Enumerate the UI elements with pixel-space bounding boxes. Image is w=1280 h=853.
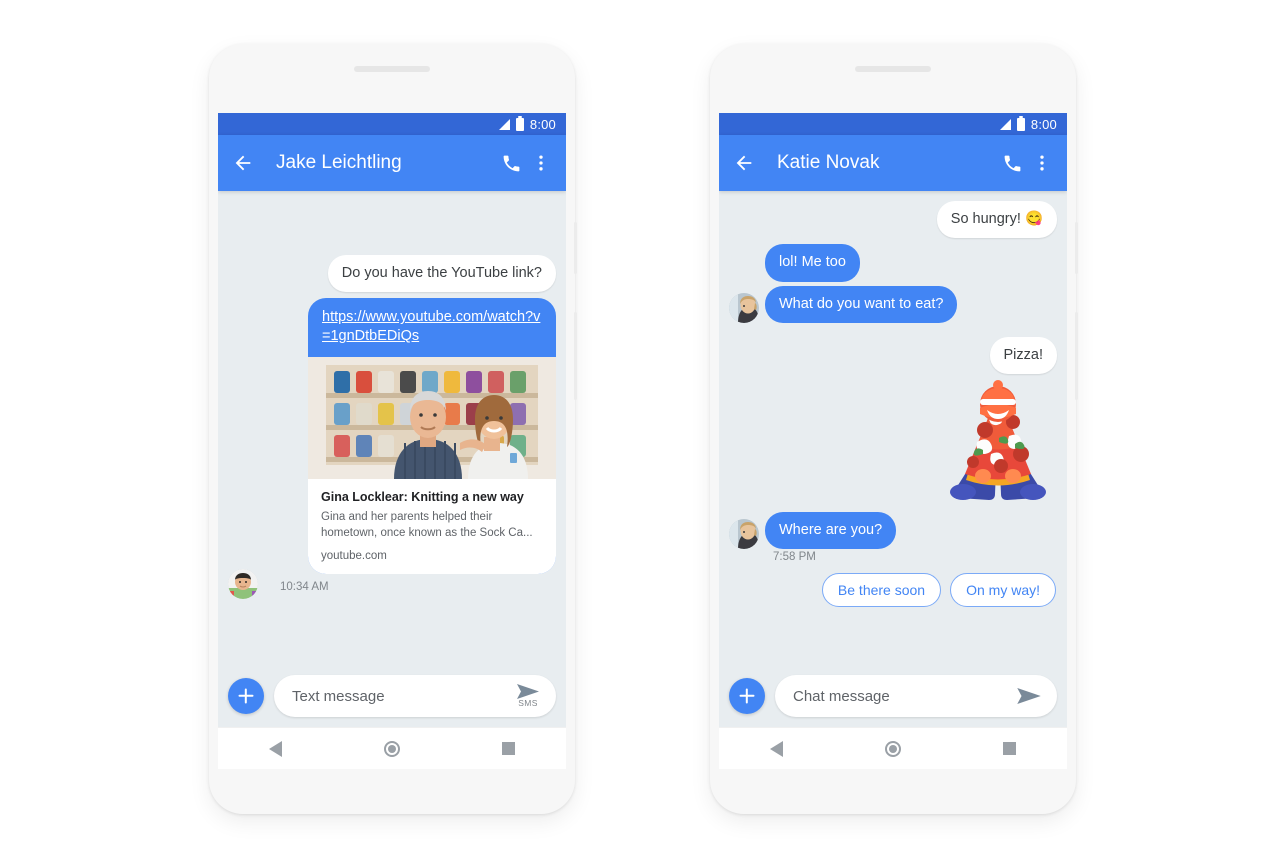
battery-icon [515, 115, 524, 131]
avatar-spacer [729, 252, 759, 282]
message-row: https://www.youtube.com/watch?v=1gnDtbED… [228, 298, 556, 599]
message-row: So hungry! 😋 [729, 201, 1057, 239]
compose-bar-sms: Text message SMS [218, 665, 566, 727]
contact-name-title: Jake Leichtling [276, 152, 402, 173]
message-input-wrapper[interactable]: Chat message [775, 675, 1057, 717]
message-thread-chat[interactable]: So hungry! 😋 lol! Me too What do you wan… [719, 191, 1067, 665]
message-bubble-outgoing[interactable]: So hungry! 😋 [936, 201, 1057, 239]
phone-call-icon[interactable] [498, 150, 524, 176]
link-thumbnail [308, 356, 556, 479]
message-row: Where are you? [729, 512, 1057, 550]
message-bubble-outgoing[interactable]: Do you have the YouTube link? [327, 255, 556, 293]
smart-reply-chip[interactable]: Be there soon [821, 573, 942, 608]
contact-name-title: Katie Novak [777, 152, 880, 173]
link-preview-card[interactable]: https://www.youtube.com/watch?v=1gnDtbED… [308, 298, 556, 574]
app-bar-chat: Katie Novak [719, 135, 1067, 191]
message-row: Pizza! [729, 336, 1057, 375]
nav-back-icon[interactable] [770, 740, 783, 757]
message-input[interactable]: Chat message [793, 688, 1011, 705]
message-row: lol! Me too [729, 244, 1057, 282]
message-bubble-incoming[interactable]: lol! Me too [765, 244, 860, 282]
send-button-label: SMS [518, 698, 538, 708]
message-thread-sms[interactable]: Do you have the YouTube link? https://ww… [218, 191, 566, 665]
phone-screen-chat: 8:00 Katie Novak So hungry! 😋 lol! Me to… [719, 113, 1067, 727]
status-bar: 8:00 [218, 113, 566, 135]
add-attachment-icon[interactable] [228, 678, 264, 714]
avatar [228, 569, 258, 599]
more-vert-icon[interactable] [528, 150, 554, 176]
earpiece-speaker [354, 66, 430, 72]
status-time: 8:00 [529, 116, 556, 132]
link-card-domain: youtube.com [321, 549, 387, 562]
link-card-title: Gina Locklear: Knitting a new way [321, 489, 524, 504]
power-button[interactable] [1075, 222, 1078, 274]
android-nav-bar [218, 727, 566, 769]
screenshot-canvas: 8:00 Jake Leichtling Do you have the You… [0, 0, 1280, 853]
send-button[interactable]: SMS [510, 684, 546, 708]
message-timestamp: 10:34 AM [280, 580, 329, 593]
battery-icon [1016, 115, 1025, 131]
signal-icon [498, 118, 510, 130]
nav-recents-icon[interactable] [502, 742, 515, 755]
message-bubble-outgoing[interactable]: Pizza! [989, 336, 1057, 375]
earpiece-speaker [855, 66, 931, 72]
link-card-description: Gina and her parents helped their hometo… [321, 511, 533, 540]
volume-button[interactable] [1075, 312, 1078, 400]
nav-home-icon[interactable] [885, 740, 901, 757]
send-button[interactable] [1011, 688, 1047, 704]
compose-bar-chat: Chat message [719, 665, 1067, 727]
jake-avatar-image [228, 569, 258, 599]
phone-screen-sms: 8:00 Jake Leichtling Do you have the You… [218, 113, 566, 727]
smart-reply-chip[interactable]: On my way! [950, 573, 1056, 608]
smart-reply-chips: Be there soon On my way! [729, 573, 1057, 608]
phone-device-chat: 8:00 Katie Novak So hungry! 😋 lol! Me to… [710, 44, 1078, 814]
message-bubble-incoming[interactable]: What do you want to eat? [765, 285, 958, 323]
message-input-wrapper[interactable]: Text message SMS [274, 675, 556, 717]
status-bar: 8:00 [719, 113, 1067, 135]
katie-avatar-image [729, 292, 759, 323]
app-bar-sms: Jake Leichtling [218, 135, 566, 191]
nav-recents-icon[interactable] [1003, 742, 1016, 755]
arrow-back-icon[interactable] [731, 150, 757, 176]
avatar[interactable] [729, 292, 759, 323]
volume-button[interactable] [574, 312, 577, 400]
phone-call-icon[interactable] [999, 150, 1025, 176]
message-row [729, 378, 1057, 501]
send-icon [1017, 688, 1041, 704]
link-card-meta: Gina Locklear: Knitting a new way Gina a… [308, 478, 556, 574]
phone-device-sms: 8:00 Jake Leichtling Do you have the You… [209, 44, 577, 814]
android-nav-bar [719, 727, 1067, 769]
nav-home-icon[interactable] [384, 740, 400, 757]
message-row: Do you have the YouTube link? [228, 255, 556, 293]
status-time: 8:00 [1030, 116, 1057, 132]
more-vert-icon[interactable] [1029, 150, 1055, 176]
link-url[interactable]: https://www.youtube.com/watch?v=1gnDtbED… [308, 298, 556, 357]
nav-back-icon[interactable] [269, 740, 282, 757]
message-row: What do you want to eat? [729, 285, 1057, 323]
katie-avatar-image [729, 519, 759, 550]
message-bubble-incoming[interactable]: Where are you? [765, 512, 897, 550]
avatar[interactable] [729, 519, 759, 550]
signal-icon [999, 118, 1011, 130]
send-icon [517, 684, 539, 699]
message-input[interactable]: Text message [292, 688, 510, 705]
pizza-character-sticker[interactable] [939, 378, 1057, 501]
add-attachment-icon[interactable] [729, 678, 765, 714]
power-button[interactable] [574, 222, 577, 274]
arrow-back-icon[interactable] [230, 150, 256, 176]
message-timestamp: 7:58 PM [773, 551, 816, 564]
